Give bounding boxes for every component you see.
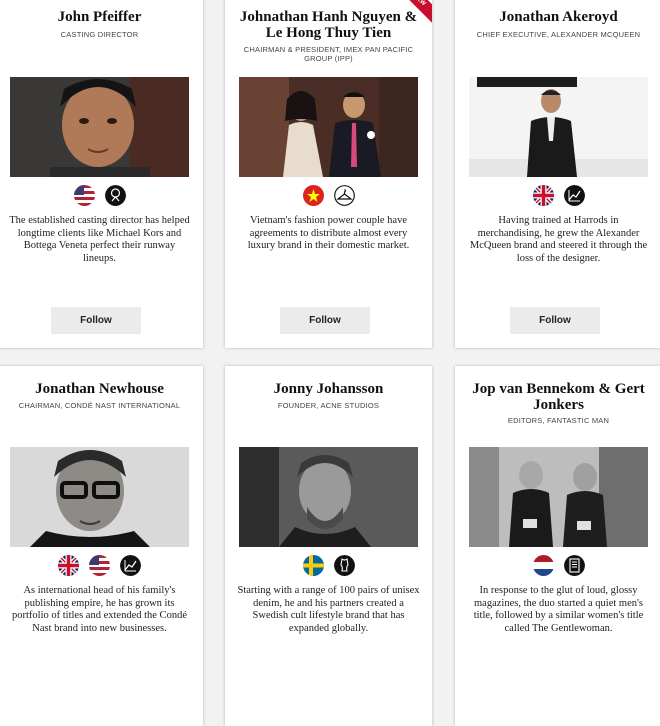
profile-description: The established casting director has hel… xyxy=(9,215,190,264)
profile-icons xyxy=(0,555,203,576)
profile-description: In response to the glut of loud, glossy … xyxy=(473,585,644,634)
profile-icons xyxy=(455,185,660,206)
profile-role: FOUNDER, ACNE STUDIOS xyxy=(277,401,380,410)
netherlands-flag-icon xyxy=(532,555,554,576)
profile-card: Jonathan Newhouse CHAIRMAN, CONDÉ NAST I… xyxy=(0,366,203,726)
profile-photo[interactable] xyxy=(469,77,648,177)
profile-description: Having trained at Harrods in merchandisi… xyxy=(469,215,648,264)
us-flag-icon xyxy=(73,185,95,206)
us-flag-icon xyxy=(89,555,110,576)
profile-photo[interactable] xyxy=(239,447,418,547)
uk-flag-icon xyxy=(532,185,554,206)
profile-card: Jop van Bennekom & Gert Jonkers EDITORS,… xyxy=(455,366,660,726)
profile-icons xyxy=(455,555,660,576)
follow-button[interactable]: Follow xyxy=(280,307,370,334)
hanger-icon xyxy=(333,185,355,206)
vietnam-flag-icon xyxy=(302,185,324,206)
uk-flag-icon xyxy=(58,555,79,576)
casting-reel-icon xyxy=(104,185,126,206)
profile-description: As international head of his family's pu… xyxy=(12,585,187,634)
profile-role: EDITORS, FANTASTIC MAN xyxy=(507,416,610,425)
profile-icons xyxy=(225,555,432,576)
profile-name[interactable]: Jonathan Akeroyd xyxy=(455,9,660,25)
follow-button[interactable]: Follow xyxy=(51,307,141,334)
profile-role: CHAIRMAN & PRESIDENT, IMEX PAN PACIFIC G… xyxy=(243,45,414,63)
profile-photo[interactable] xyxy=(10,77,189,177)
profile-name[interactable]: Jop van Bennekom & Gert Jonkers xyxy=(455,381,660,413)
profile-name[interactable]: Jonny Johansson xyxy=(225,381,432,397)
profile-icons xyxy=(225,185,432,206)
growth-chart-icon xyxy=(120,555,141,576)
growth-chart-icon xyxy=(563,185,585,206)
profile-photo[interactable] xyxy=(10,447,189,547)
profile-role: CHIEF EXECUTIVE, ALEXANDER MCQUEEN xyxy=(476,30,641,39)
profile-role: CASTING DIRECTOR xyxy=(60,30,139,39)
profile-card: Jonathan Akeroyd CHIEF EXECUTIVE, ALEXAN… xyxy=(455,0,660,348)
profile-card: John Pfeiffer CASTING DIRECTOR The estab… xyxy=(0,0,203,348)
profile-photo[interactable] xyxy=(469,447,648,547)
magazine-icon xyxy=(563,555,585,576)
profile-icons xyxy=(0,185,203,206)
dress-form-icon xyxy=(333,555,355,576)
profile-role: CHAIRMAN, CONDÉ NAST INTERNATIONAL xyxy=(18,401,181,410)
profile-card: Jonny Johansson FOUNDER, ACNE STUDIOS St… xyxy=(225,366,432,726)
profile-card: NEW Johnathan Hanh Nguyen & Le Hong Thuy… xyxy=(225,0,432,348)
profile-description: Starting with a range of 100 pairs of un… xyxy=(237,585,420,634)
profile-name[interactable]: Johnathan Hanh Nguyen & Le Hong Thuy Tie… xyxy=(225,9,432,41)
profile-name[interactable]: Jonathan Newhouse xyxy=(0,381,203,397)
profile-name[interactable]: John Pfeiffer xyxy=(0,9,203,25)
sweden-flag-icon xyxy=(302,555,324,576)
follow-button[interactable]: Follow xyxy=(510,307,600,334)
profile-description: Vietnam's fashion power couple have agre… xyxy=(247,215,410,251)
profile-photo[interactable] xyxy=(239,77,418,177)
